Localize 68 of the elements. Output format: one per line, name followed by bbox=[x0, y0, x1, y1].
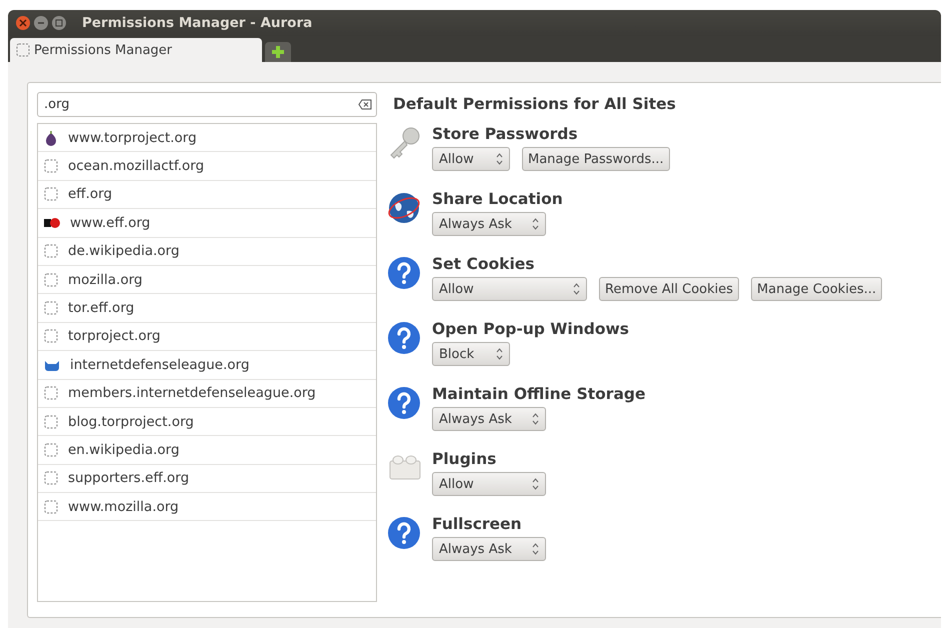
site-list-item[interactable]: supporters.eff.org bbox=[38, 464, 376, 494]
question-icon bbox=[387, 516, 421, 550]
section-heading: Default Permissions for All Sites bbox=[393, 95, 677, 113]
blank-page-icon bbox=[44, 471, 58, 486]
window-title: Permissions Manager - Aurora bbox=[82, 15, 312, 31]
permission-title: Maintain Offline Storage bbox=[432, 385, 646, 403]
spinner-arrows-icon bbox=[496, 153, 503, 165]
plus-icon bbox=[271, 45, 285, 59]
blank-page-icon bbox=[44, 187, 58, 202]
new-tab-button[interactable] bbox=[265, 42, 291, 62]
site-list-item[interactable]: ocean.mozillactf.org bbox=[38, 152, 376, 181]
action-button[interactable]: Remove All Cookies bbox=[599, 277, 740, 301]
onion-icon bbox=[44, 130, 58, 146]
permission-select[interactable]: Allow bbox=[432, 277, 587, 301]
blank-page-icon bbox=[44, 386, 58, 400]
permission-title: Open Pop-up Windows bbox=[432, 320, 630, 338]
spinner-arrows-icon bbox=[496, 348, 503, 360]
permission-select[interactable]: Always Ask bbox=[432, 407, 546, 431]
blank-page-icon bbox=[16, 43, 30, 57]
blank-page-icon bbox=[44, 329, 58, 344]
tab[interactable]: Permissions Manager bbox=[10, 38, 262, 62]
spinner-arrows-icon bbox=[573, 283, 580, 295]
question-icon bbox=[387, 256, 421, 290]
site-list-item[interactable]: mozilla.org bbox=[38, 266, 376, 294]
action-button[interactable]: Manage Passwords... bbox=[522, 147, 670, 171]
permission-title: Set Cookies bbox=[432, 255, 535, 273]
permission-title: Share Location bbox=[432, 190, 563, 208]
blank-page-icon bbox=[44, 159, 58, 174]
globe-icon bbox=[387, 191, 421, 225]
permission-select[interactable]: Allow bbox=[432, 472, 546, 496]
permission-select[interactable]: Block bbox=[432, 342, 510, 366]
blank-page-icon bbox=[44, 414, 58, 429]
maximize-icon bbox=[55, 19, 63, 27]
site-list-item[interactable]: en.wikipedia.org bbox=[38, 436, 376, 465]
question-icon bbox=[387, 386, 421, 420]
blank-page-icon bbox=[44, 272, 58, 287]
permission-select[interactable]: Always Ask bbox=[432, 212, 546, 236]
site-list-item[interactable]: torproject.org bbox=[38, 322, 376, 352]
close-icon bbox=[19, 19, 27, 27]
permission-title: Store Passwords bbox=[432, 125, 578, 143]
permission-select[interactable]: Allow bbox=[432, 147, 510, 171]
minimize-button[interactable] bbox=[34, 16, 48, 30]
blank-page-icon bbox=[44, 500, 58, 514]
spinner-arrows-icon bbox=[532, 413, 539, 425]
site-list-item[interactable]: eff.org bbox=[38, 180, 376, 210]
site-list-item[interactable]: www.eff.org bbox=[38, 209, 376, 238]
maximize-button[interactable] bbox=[52, 16, 66, 30]
site-list-item[interactable]: blog.torproject.org bbox=[38, 408, 376, 436]
site-list-item[interactable]: members.internetdefenseleague.org bbox=[38, 380, 376, 408]
search-field[interactable]: .org bbox=[37, 92, 377, 117]
action-button[interactable]: Manage Cookies... bbox=[751, 277, 882, 301]
permission-title: Plugins bbox=[432, 450, 496, 468]
spinner-arrows-icon bbox=[532, 478, 539, 490]
site-list-item[interactable]: de.wikipedia.org bbox=[38, 238, 376, 266]
site-list-item[interactable]: internetdefenseleague.org bbox=[38, 351, 376, 380]
permission-select[interactable]: Always Ask bbox=[432, 537, 546, 561]
question-icon bbox=[387, 321, 421, 355]
blank-page-icon bbox=[44, 442, 58, 457]
spinner-arrows-icon bbox=[532, 543, 539, 555]
spinner-arrows-icon bbox=[532, 218, 539, 230]
site-list-item[interactable]: tor.eff.org bbox=[38, 294, 376, 323]
blank-page-icon bbox=[44, 244, 58, 258]
blank-page-icon bbox=[44, 301, 58, 316]
permission-title: Fullscreen bbox=[432, 515, 522, 533]
close-button[interactable] bbox=[16, 16, 30, 30]
clear-icon[interactable] bbox=[358, 99, 372, 110]
site-list-item[interactable]: www.mozilla.org bbox=[38, 493, 376, 522]
site-list-item[interactable]: www.torproject.org bbox=[38, 124, 376, 152]
